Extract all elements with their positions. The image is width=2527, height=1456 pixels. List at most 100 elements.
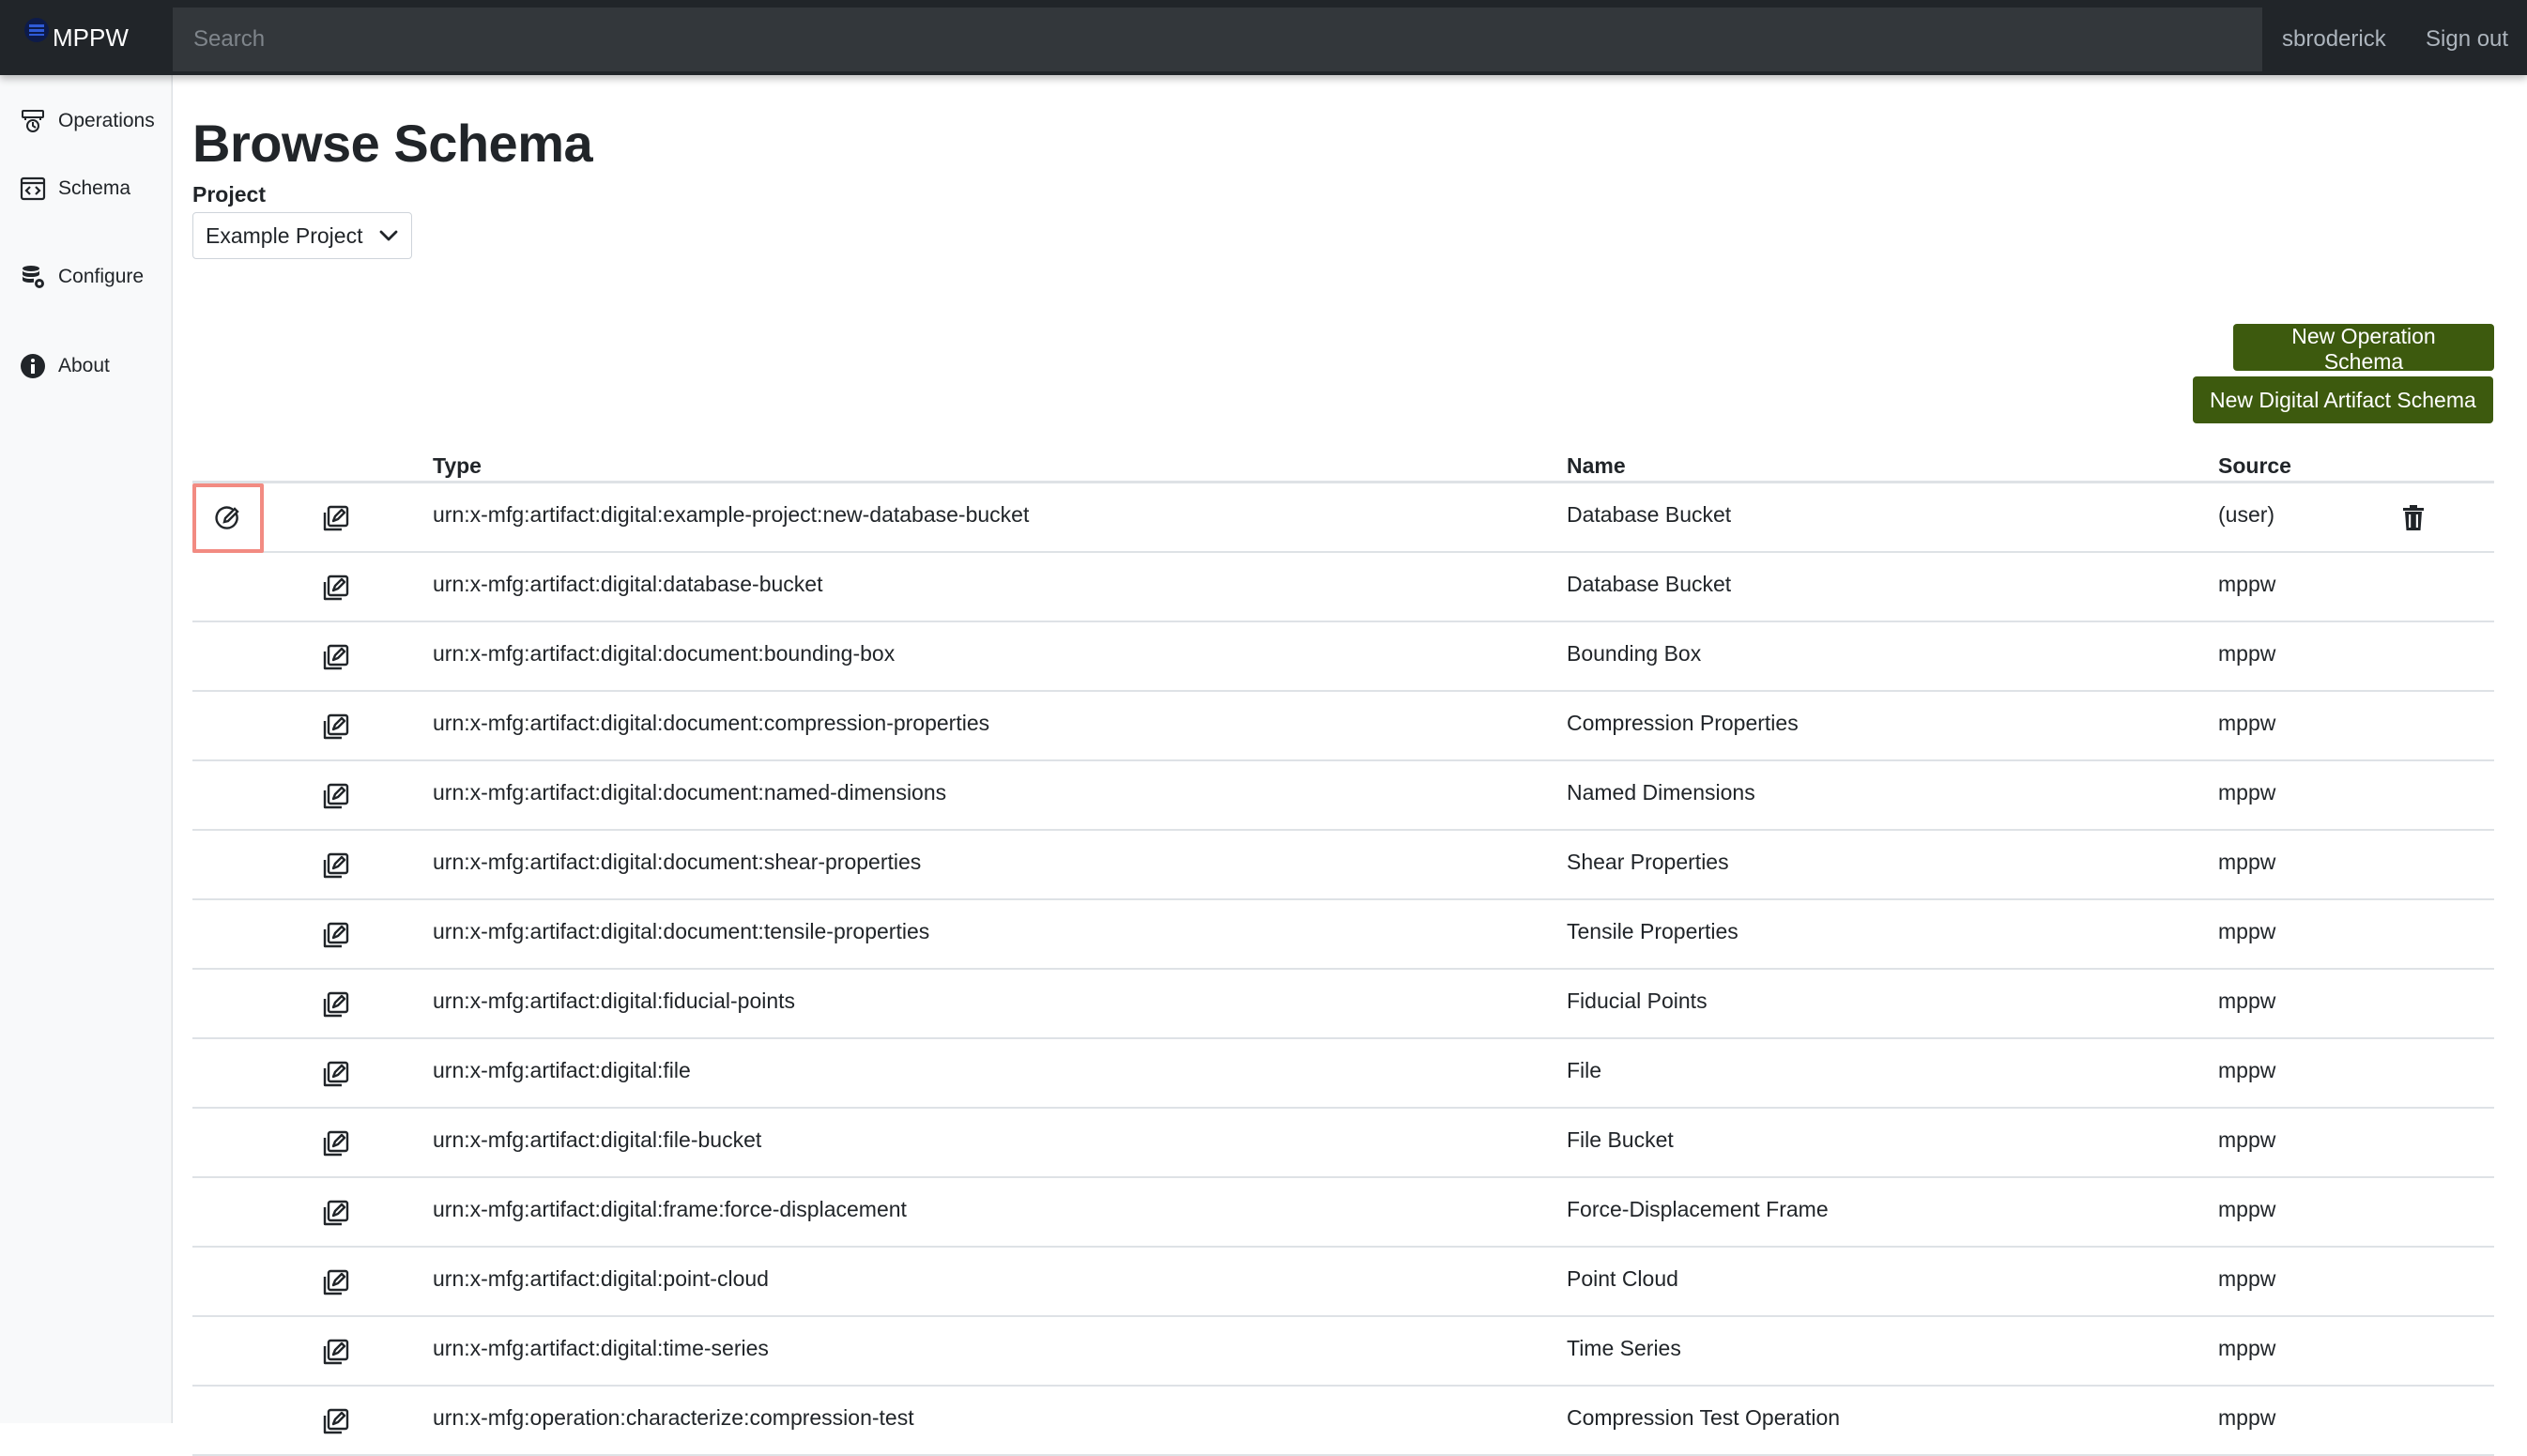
- cell-type: urn:x-mfg:artifact:digital:point-cloud: [433, 1266, 769, 1291]
- cell-source: mppw: [2218, 572, 2276, 596]
- open-schema-icon[interactable]: [321, 712, 351, 742]
- cell-name: Bounding Box: [1567, 641, 1702, 666]
- table-row: urn:x-mfg:artifact:digital:frame:force-d…: [192, 1178, 2494, 1248]
- cell-type: urn:x-mfg:artifact:digital:document:tens…: [433, 919, 930, 943]
- table-row: urn:x-mfg:artifact:digital:time-series Ti…: [192, 1317, 2494, 1387]
- project-select[interactable]: Example Project: [192, 212, 412, 259]
- cell-type: urn:x-mfg:artifact:digital:file-bucket: [433, 1127, 762, 1152]
- configure-icon: [19, 263, 47, 291]
- cell-name: Force-Displacement Frame: [1567, 1197, 1829, 1221]
- cell-source: mppw: [2218, 780, 2276, 805]
- cell-name: File: [1567, 1058, 1602, 1082]
- open-schema-icon[interactable]: [321, 781, 351, 811]
- cell-source: mppw: [2218, 919, 2276, 943]
- column-header-type: Type: [433, 453, 482, 478]
- new-operation-schema-button[interactable]: New Operation Schema: [2233, 324, 2494, 374]
- project-label: Project: [192, 182, 266, 207]
- sidebar: Operations Schema Configure About: [0, 75, 173, 1423]
- cell-source: mppw: [2218, 641, 2276, 666]
- table-body: urn:x-mfg:artifact:digital:example-proje…: [192, 483, 2494, 1456]
- cell-type: urn:x-mfg:artifact:digital:file: [433, 1058, 691, 1082]
- cell-source: mppw: [2218, 1127, 2276, 1152]
- sidebar-item-label: Operations: [58, 110, 155, 131]
- cell-source: mppw: [2218, 989, 2276, 1013]
- open-schema-icon[interactable]: [321, 642, 351, 672]
- cell-name: Database Bucket: [1567, 502, 1732, 527]
- open-schema-icon[interactable]: [321, 1198, 351, 1228]
- cell-name: Named Dimensions: [1567, 780, 1755, 805]
- table-row: urn:x-mfg:artifact:digital:document:boun…: [192, 622, 2494, 692]
- sidebar-item-schema[interactable]: Schema: [19, 175, 130, 203]
- search-bar: [173, 8, 2262, 71]
- schema-icon: [19, 175, 47, 203]
- cell-name: Compression Test Operation: [1567, 1405, 1841, 1430]
- cell-type: urn:x-mfg:operation:characterize:compres…: [433, 1405, 914, 1430]
- cell-source: (user): [2218, 502, 2275, 527]
- cell-name: Fiducial Points: [1567, 989, 1708, 1013]
- table-row: urn:x-mfg:artifact:digital:example-proje…: [192, 483, 2494, 553]
- column-header-source: Source: [2218, 453, 2291, 478]
- column-header-name: Name: [1567, 453, 1626, 478]
- brand[interactable]: MPPW: [23, 0, 129, 75]
- table-row: urn:x-mfg:artifact:digital:file File mppw: [192, 1039, 2494, 1109]
- cell-type: urn:x-mfg:artifact:digital:document:comp…: [433, 711, 990, 735]
- sidebar-item-about[interactable]: About: [19, 352, 110, 380]
- brand-logo-icon: [23, 16, 51, 44]
- cell-name: Tensile Properties: [1567, 919, 1738, 943]
- sidebar-item-label: Configure: [58, 266, 145, 287]
- table-row: urn:x-mfg:artifact:digital:fiducial-poin…: [192, 970, 2494, 1039]
- top-navbar: MPPW sbroderick Sign out: [0, 0, 2527, 75]
- open-schema-icon[interactable]: [321, 1406, 351, 1436]
- username-link[interactable]: sbroderick: [2282, 0, 2386, 75]
- info-icon: [19, 352, 47, 380]
- sidebar-item-operations[interactable]: Operations: [19, 107, 155, 135]
- open-schema-icon[interactable]: [321, 920, 351, 950]
- sidebar-item-label: About: [58, 355, 110, 376]
- table-row: urn:x-mfg:artifact:digital:document:shea…: [192, 831, 2494, 900]
- open-schema-icon[interactable]: [321, 1128, 351, 1158]
- table-header: Type Name Source: [192, 446, 2494, 483]
- open-schema-icon[interactable]: [321, 851, 351, 881]
- cell-name: File Bucket: [1567, 1127, 1674, 1152]
- cell-source: mppw: [2218, 711, 2276, 735]
- open-schema-icon[interactable]: [321, 1059, 351, 1089]
- open-schema-icon[interactable]: [321, 573, 351, 603]
- new-digital-artifact-schema-button[interactable]: New Digital Artifact Schema: [2193, 376, 2493, 423]
- operations-icon: [19, 107, 47, 135]
- open-schema-icon[interactable]: [321, 1337, 351, 1367]
- cell-name: Point Cloud: [1567, 1266, 1678, 1291]
- cell-source: mppw: [2218, 1405, 2276, 1430]
- brand-name: MPPW: [53, 23, 129, 52]
- cell-source: mppw: [2218, 850, 2276, 874]
- open-schema-icon[interactable]: [321, 989, 351, 1019]
- table-row: urn:x-mfg:artifact:digital:file-bucket Fi…: [192, 1109, 2494, 1178]
- cell-type: urn:x-mfg:artifact:digital:time-series: [433, 1336, 769, 1360]
- table-row: urn:x-mfg:artifact:digital:database-buck…: [192, 553, 2494, 622]
- table-row: urn:x-mfg:operation:characterize:compres…: [192, 1387, 2494, 1456]
- table-row: urn:x-mfg:artifact:digital:point-cloud Po…: [192, 1248, 2494, 1317]
- cell-type: urn:x-mfg:artifact:digital:fiducial-poin…: [433, 989, 796, 1013]
- sidebar-item-configure[interactable]: Configure: [19, 263, 144, 291]
- trash-icon[interactable]: [2400, 504, 2427, 532]
- cell-name: Time Series: [1567, 1336, 1681, 1360]
- cell-name: Database Bucket: [1567, 572, 1732, 596]
- table-row: urn:x-mfg:artifact:digital:document:comp…: [192, 692, 2494, 761]
- cell-type: urn:x-mfg:artifact:digital:document:name…: [433, 780, 947, 805]
- cell-source: mppw: [2218, 1336, 2276, 1360]
- edit-icon[interactable]: [192, 483, 264, 553]
- schema-table: Type Name Source urn:x-mfg:artifact:digi…: [192, 446, 2494, 1456]
- sidebar-item-label: Schema: [58, 177, 131, 199]
- cell-type: urn:x-mfg:artifact:digital:document:shea…: [433, 850, 922, 874]
- cell-source: mppw: [2218, 1197, 2276, 1221]
- project-select-value: Example Project: [206, 222, 363, 248]
- table-row: urn:x-mfg:artifact:digital:document:name…: [192, 761, 2494, 831]
- table-row: urn:x-mfg:artifact:digital:document:tens…: [192, 900, 2494, 970]
- open-schema-icon[interactable]: [321, 503, 351, 533]
- cell-type: urn:x-mfg:artifact:digital:document:boun…: [433, 641, 896, 666]
- sign-out-link[interactable]: Sign out: [2426, 0, 2508, 75]
- search-input[interactable]: [173, 8, 2262, 71]
- cell-name: Shear Properties: [1567, 850, 1729, 874]
- cell-name: Compression Properties: [1567, 711, 1799, 735]
- open-schema-icon[interactable]: [321, 1267, 351, 1297]
- cell-type: urn:x-mfg:artifact:digital:frame:force-d…: [433, 1197, 907, 1221]
